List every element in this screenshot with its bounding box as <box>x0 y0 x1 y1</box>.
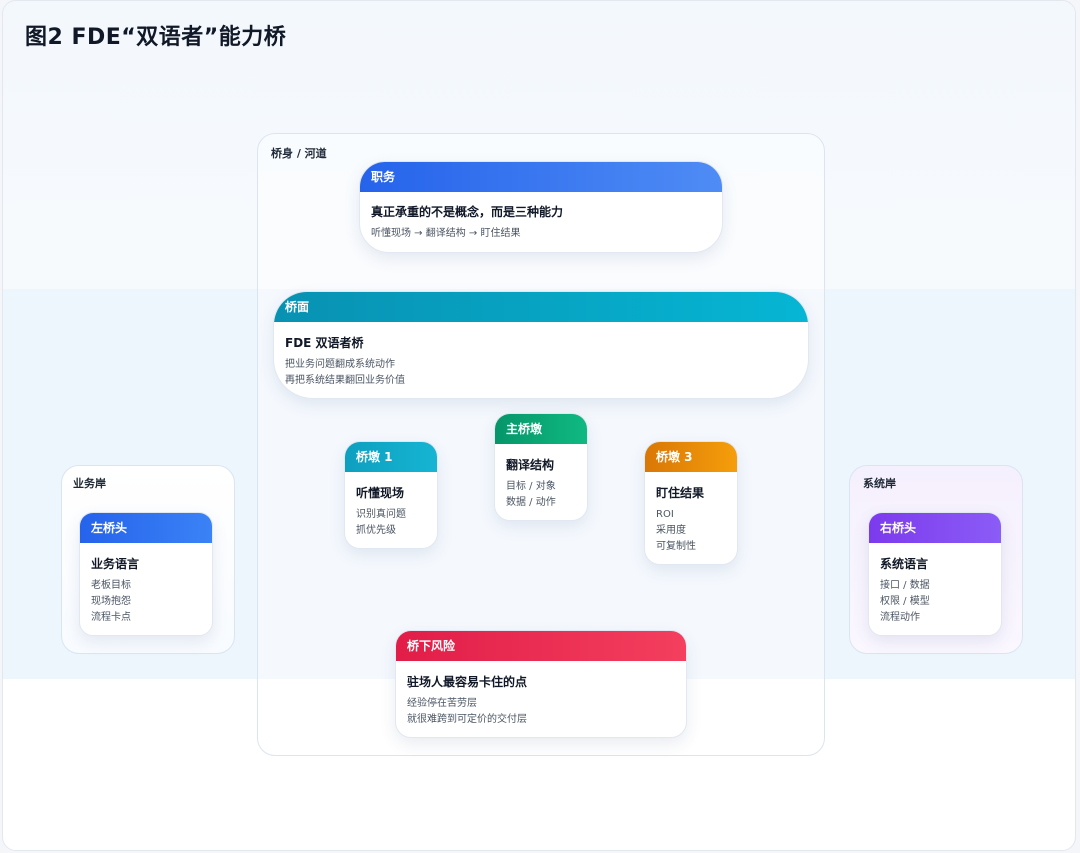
main-pier-title: 翻译结构 <box>506 458 555 472</box>
deck-card-title: FDE 双语者桥 <box>285 336 364 350</box>
left-bridgehead-title: 业务语言 <box>91 557 140 571</box>
right-bridgehead-card: 右桥头 系统语言 接口 / 数据 权限 / 模型 流程动作 <box>868 512 1002 636</box>
right-bridgehead-lines: 接口 / 数据 权限 / 模型 流程动作 <box>869 578 1001 626</box>
deck-card-line: 把业务问题翻成系统动作 <box>285 359 395 370</box>
right-bridgehead-header: 右桥头 <box>869 513 1001 543</box>
pier-1-line: 识别真问题 <box>356 509 406 520</box>
risk-card: 桥下风险 驻场人最容易卡住的点 经验停在苦劳层 就很难跨到可定价的交付层 <box>395 630 687 738</box>
pier-1-line: 抓优先级 <box>356 525 396 536</box>
left-bridgehead-header: 左桥头 <box>80 513 212 543</box>
duty-card: 职务 真正承重的不是概念，而是三种能力 听懂现场 → 翻译结构 → 盯住结果 <box>359 161 723 253</box>
figure-title: 图2 FDE“双语者”能力桥 <box>25 25 287 50</box>
left-bridgehead-card: 左桥头 业务语言 老板目标 现场抱怨 流程卡点 <box>79 512 213 636</box>
right-bridgehead-line: 流程动作 <box>880 612 920 623</box>
risk-card-line: 就很难跨到可定价的交付层 <box>407 714 527 725</box>
duty-card-title: 真正承重的不是概念，而是三种能力 <box>371 205 564 219</box>
pier-3-line: ROI <box>656 509 674 520</box>
left-bridgehead-line: 老板目标 <box>91 580 131 591</box>
left-shore-label: 业务岸 <box>73 477 106 490</box>
right-bridgehead-line: 接口 / 数据 <box>880 580 930 591</box>
duty-card-lines: 听懂现场 → 翻译结构 → 盯住结果 <box>360 226 722 242</box>
pier-3-line: 可复制性 <box>656 541 696 552</box>
pier-3-title: 盯住结果 <box>656 486 705 500</box>
deck-card: 桥面 FDE 双语者桥 把业务问题翻成系统动作 再把系统结果翻回业务价值 <box>273 291 809 399</box>
river-label: 桥身 / 河道 <box>271 147 327 160</box>
main-pier-card: 主桥墩 翻译结构 目标 / 对象 数据 / 动作 <box>494 413 588 521</box>
pier-1-card: 桥墩 1 听懂现场 识别真问题 抓优先级 <box>344 441 438 549</box>
duty-card-line: 听懂现场 → 翻译结构 → 盯住结果 <box>371 228 521 239</box>
deck-card-lines: 把业务问题翻成系统动作 再把系统结果翻回业务价值 <box>274 357 808 389</box>
right-bridgehead-line: 权限 / 模型 <box>880 596 930 607</box>
risk-card-header: 桥下风险 <box>396 631 686 661</box>
left-bridgehead-lines: 老板目标 现场抱怨 流程卡点 <box>80 578 212 626</box>
pier-1-title: 听懂现场 <box>356 486 405 500</box>
pier-3-line: 采用度 <box>656 525 686 536</box>
pier-3-lines: ROI 采用度 可复制性 <box>645 507 737 555</box>
main-pier-line: 目标 / 对象 <box>506 481 556 492</box>
pier-3-header: 桥墩 3 <box>645 442 737 472</box>
right-shore-label: 系统岸 <box>863 477 896 490</box>
main-pier-header: 主桥墩 <box>495 414 587 444</box>
risk-card-title: 驻场人最容易卡住的点 <box>407 675 528 689</box>
figure-frame: 图2 FDE“双语者”能力桥 桥身 / 河道 业务岸 系统岸 职务 真正承重的不… <box>2 0 1076 851</box>
pier-1-header: 桥墩 1 <box>345 442 437 472</box>
main-pier-line: 数据 / 动作 <box>506 497 556 508</box>
risk-card-line: 经验停在苦劳层 <box>407 698 477 709</box>
duty-card-header: 职务 <box>360 162 722 192</box>
left-bridgehead-line: 现场抱怨 <box>91 596 131 607</box>
left-bridgehead-line: 流程卡点 <box>91 612 131 623</box>
pier-1-lines: 识别真问题 抓优先级 <box>345 507 437 539</box>
main-pier-lines: 目标 / 对象 数据 / 动作 <box>495 479 587 511</box>
deck-card-line: 再把系统结果翻回业务价值 <box>285 375 405 386</box>
right-bridgehead-title: 系统语言 <box>880 557 929 571</box>
deck-card-header: 桥面 <box>274 292 808 322</box>
pier-3-card: 桥墩 3 盯住结果 ROI 采用度 可复制性 <box>644 441 738 565</box>
risk-card-lines: 经验停在苦劳层 就很难跨到可定价的交付层 <box>396 696 686 728</box>
